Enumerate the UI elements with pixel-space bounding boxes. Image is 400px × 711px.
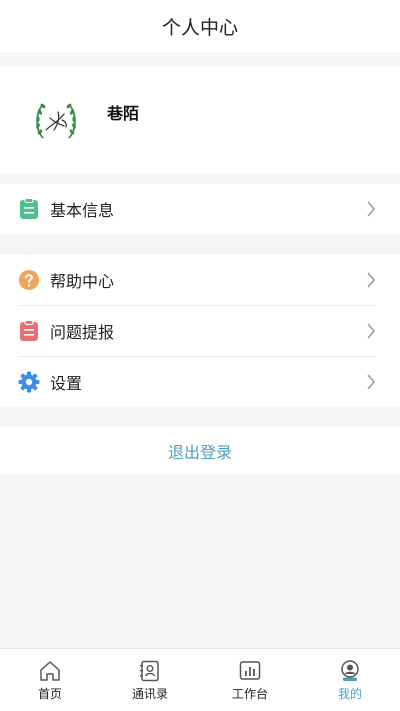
home-icon xyxy=(40,661,60,681)
question-icon xyxy=(19,270,39,290)
page-title: 个人中心 xyxy=(161,16,238,39)
contacts-icon xyxy=(140,660,159,682)
workbench-icon xyxy=(239,661,261,680)
menu-item-label: 基本信息 xyxy=(50,201,115,220)
tab-home[interactable]: 首页 xyxy=(0,649,100,711)
menu-item-help-center[interactable]: 帮助中心 xyxy=(0,255,400,305)
menu-item-basic-info[interactable]: 基本信息 xyxy=(0,184,400,234)
chevron-right-icon xyxy=(367,272,375,288)
report-icon xyxy=(20,320,38,341)
chevron-right-icon xyxy=(367,201,375,217)
clipboard-icon xyxy=(20,198,38,219)
chevron-right-icon xyxy=(367,374,375,390)
menu-item-label: 问题提报 xyxy=(50,323,115,342)
tab-label: 通讯录 xyxy=(131,687,168,701)
gear-icon xyxy=(18,371,40,393)
logout-label: 退出登录 xyxy=(167,443,232,462)
menu-item-label: 帮助中心 xyxy=(50,272,115,291)
tab-workbench[interactable]: 工作台 xyxy=(200,649,300,711)
tab-label: 首页 xyxy=(37,687,62,701)
tab-label: 我的 xyxy=(337,687,362,701)
tab-contacts[interactable]: 通讯录 xyxy=(100,649,200,711)
logout-button[interactable]: 退出登录 xyxy=(0,427,400,475)
menu-item-label: 设置 xyxy=(50,374,83,393)
tab-label: 工作台 xyxy=(231,687,268,701)
chevron-right-icon xyxy=(367,323,375,339)
support-card: 帮助中心 问题提报 设置 xyxy=(0,255,400,407)
avatar[interactable] xyxy=(28,94,84,150)
profile-card[interactable]: 巷陌 xyxy=(0,66,400,174)
page-header: 个人中心 xyxy=(0,0,400,52)
username: 巷陌 xyxy=(107,104,140,123)
menu-item-settings[interactable]: 设置 xyxy=(0,357,400,407)
bottom-tab-bar: 首页 通讯录 工作台 我的 xyxy=(0,648,400,711)
basic-info-card: 基本信息 xyxy=(0,184,400,234)
tab-mine[interactable]: 我的 xyxy=(300,649,400,711)
profile-icon xyxy=(341,660,359,681)
menu-item-report-issue[interactable]: 问题提报 xyxy=(0,306,400,356)
